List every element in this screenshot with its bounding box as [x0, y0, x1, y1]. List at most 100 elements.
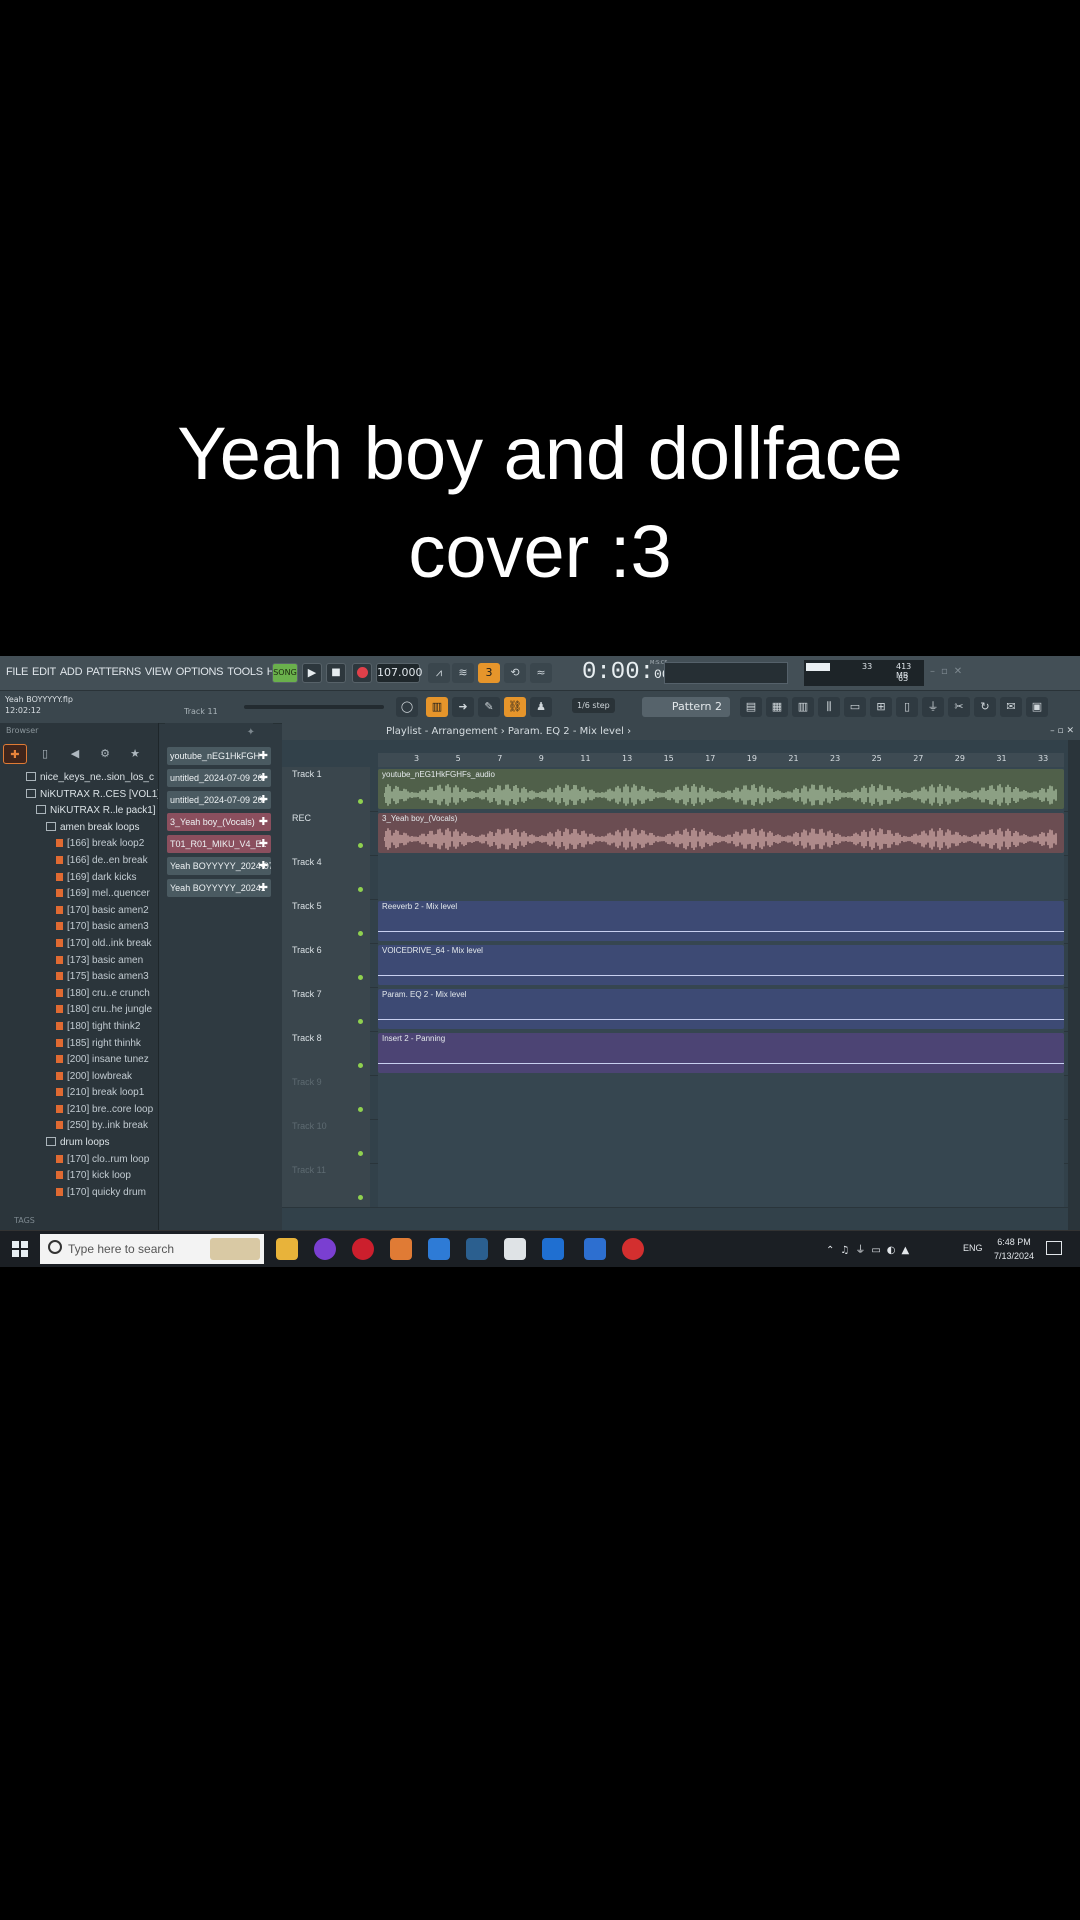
current-project-tab-icon[interactable]: ▯ [33, 744, 57, 764]
automation-clip[interactable]: Insert 2 - Panning [378, 1033, 1064, 1073]
link-icon[interactable]: ⛓ [504, 697, 526, 717]
browser-folder[interactable]: nice_keys_ne..sion_los_c [0, 770, 158, 787]
browser-file[interactable]: [180] cru..he jungle [0, 1002, 158, 1019]
play-button[interactable]: ▶ [302, 663, 322, 683]
refresh-icon[interactable]: ↻ [974, 697, 996, 717]
track-lane[interactable]: Insert 2 - Panning [378, 1031, 1064, 1075]
browser-folder[interactable]: drum loops [0, 1135, 158, 1152]
clip-add-icon[interactable]: ✚ [259, 791, 268, 809]
obs-icon[interactable] [622, 1238, 644, 1260]
track-enable-led[interactable] [358, 1019, 363, 1024]
browser-file[interactable]: [250] by..ink break [0, 1118, 158, 1135]
browser-file[interactable]: [170] basic amen2 [0, 903, 158, 920]
photo-app-icon[interactable] [428, 1238, 450, 1260]
menu-item-add[interactable]: ADD [60, 666, 83, 678]
browser-file[interactable]: [169] mel..quencer [0, 886, 158, 903]
all-tab-icon[interactable]: ✚ [3, 744, 27, 764]
track-lane[interactable]: youtube_nEG1HkFGHFs_audio [378, 767, 1064, 811]
master-pitch-slider[interactable] [244, 705, 384, 709]
starred-tab-icon[interactable]: ★ [123, 744, 147, 764]
menu-item-options[interactable]: OPTIONS [176, 666, 224, 678]
track-header[interactable]: Track 4 [282, 855, 370, 899]
track-enable-led[interactable] [358, 975, 363, 980]
language-indicator[interactable]: ENG [963, 1243, 983, 1253]
picker-clip[interactable]: youtube_nEG1HkFGH ✚ [167, 747, 271, 765]
track-lane[interactable]: Param. EQ 2 - Mix level [378, 987, 1064, 1031]
track-header[interactable]: Track 10 [282, 1119, 370, 1163]
playlist-icon[interactable]: ▤ [740, 697, 762, 717]
picker-clip[interactable]: Yeah BOYYYYY_2024.. ✚ [167, 879, 271, 897]
clip-add-icon[interactable]: ✚ [259, 747, 268, 765]
browser-file[interactable]: [180] cru..e crunch [0, 986, 158, 1003]
capcut-icon[interactable] [466, 1238, 488, 1260]
browser-file[interactable]: [175] basic amen3 [0, 969, 158, 986]
plugin-database-tab-icon[interactable]: ◀ [63, 744, 87, 764]
p-app-icon[interactable] [504, 1238, 526, 1260]
menu-item-file[interactable]: FILE [6, 666, 28, 678]
browser-folder[interactable]: amen break loops [0, 820, 158, 837]
clip-add-icon[interactable]: ✚ [259, 769, 268, 787]
opera-icon[interactable] [352, 1238, 374, 1260]
metronome-icon[interactable]: ⩘ [428, 663, 450, 683]
menu-item-tools[interactable]: TOOLS [227, 666, 263, 678]
menu-item-patterns[interactable]: PATTERNS [86, 666, 141, 678]
record-button[interactable] [352, 663, 372, 683]
clip-add-icon[interactable]: ✚ [259, 813, 268, 831]
track-enable-led[interactable] [358, 887, 363, 892]
browser-app-icon[interactable] [314, 1238, 336, 1260]
track-header[interactable]: Track 11 [282, 1163, 370, 1207]
tempo-display[interactable]: 107.000 [376, 663, 423, 683]
track-enable-led[interactable] [358, 1151, 363, 1156]
save-icon[interactable]: ▣ [1026, 697, 1048, 717]
plugin-icon[interactable]: ⊞ [870, 697, 892, 717]
picker-clip[interactable]: untitled_2024-07-09 20- ✚ [167, 769, 271, 787]
browser-file[interactable]: [170] quicky drum [0, 1185, 158, 1202]
browser-file[interactable]: [170] basic amen3 [0, 919, 158, 936]
audio-clip[interactable]: youtube_nEG1HkFGHFs_audio [378, 769, 1064, 809]
browser-file[interactable]: [173] basic amen [0, 953, 158, 970]
snap-icon[interactable]: ◯ [396, 697, 418, 717]
wait-icon[interactable]: ≋ [452, 663, 474, 683]
track-header[interactable]: Track 9 [282, 1075, 370, 1119]
taskbar-clock[interactable]: 6:48 PM 7/13/2024 [994, 1235, 1034, 1263]
browser-file[interactable]: [169] dark kicks [0, 870, 158, 887]
picker-clip[interactable]: 3_Yeah boy_(Vocals) ✚ [167, 813, 271, 831]
browser-file[interactable]: [210] break loop1 [0, 1085, 158, 1102]
clip-add-icon[interactable]: ✚ [259, 879, 268, 897]
automation-clip[interactable]: Param. EQ 2 - Mix level [378, 989, 1064, 1029]
snap-step-select[interactable]: 1/6 step [572, 698, 615, 713]
browser-icon[interactable]: ▭ [844, 697, 866, 717]
browser-file[interactable]: [185] right thinhk [0, 1036, 158, 1053]
notification-icon[interactable] [1046, 1241, 1062, 1255]
wave-app-icon[interactable] [542, 1238, 564, 1260]
track-lane[interactable]: 3_Yeah boy_(Vocals) [378, 811, 1064, 855]
browser-folder[interactable]: NiKUTRAX R..CES [VOL1] [0, 787, 158, 804]
song-mode-button[interactable]: SONG [272, 663, 298, 683]
piano-roll-icon[interactable]: ▥ [426, 697, 448, 717]
picker-clip[interactable]: untitled_2024-07-09 20- ✚ [167, 791, 271, 809]
plug-icon[interactable]: ⏚ [922, 697, 944, 717]
browser-file[interactable]: [170] clo..rum loop [0, 1152, 158, 1169]
stamp-icon[interactable]: ♟ [530, 697, 552, 717]
track-header[interactable]: Track 5 [282, 899, 370, 943]
channel-rack-icon[interactable]: ▦ [766, 697, 788, 717]
window-app-icon[interactable] [584, 1238, 606, 1260]
file-explorer-icon[interactable] [276, 1238, 298, 1260]
browser-file[interactable]: [170] old..ink break [0, 936, 158, 953]
blend-icon[interactable]: ≈ [530, 663, 552, 683]
browser-file[interactable]: [166] break loop2 [0, 836, 158, 853]
track-enable-led[interactable] [358, 843, 363, 848]
recent-tab-icon[interactable]: ⚙ [93, 744, 117, 764]
window-buttons[interactable]: –▫✕ [930, 666, 968, 677]
stop-button[interactable]: ■ [326, 663, 346, 683]
track-enable-led[interactable] [358, 931, 363, 936]
track-header[interactable]: Track 7 [282, 987, 370, 1031]
playlist-window-buttons[interactable]: – ▫ ✕ [1050, 723, 1074, 740]
menu-item-edit[interactable]: EDIT [32, 666, 56, 678]
browser-file[interactable]: [180] tight think2 [0, 1019, 158, 1036]
picker-clip[interactable]: Yeah BOYYYYY_2024-07- ✚ [167, 857, 271, 875]
browser-file[interactable]: [200] insane tunez [0, 1052, 158, 1069]
files-icon[interactable]: ▯ [896, 697, 918, 717]
track-header[interactable]: REC [282, 811, 370, 855]
track-header[interactable]: Track 6 [282, 943, 370, 987]
